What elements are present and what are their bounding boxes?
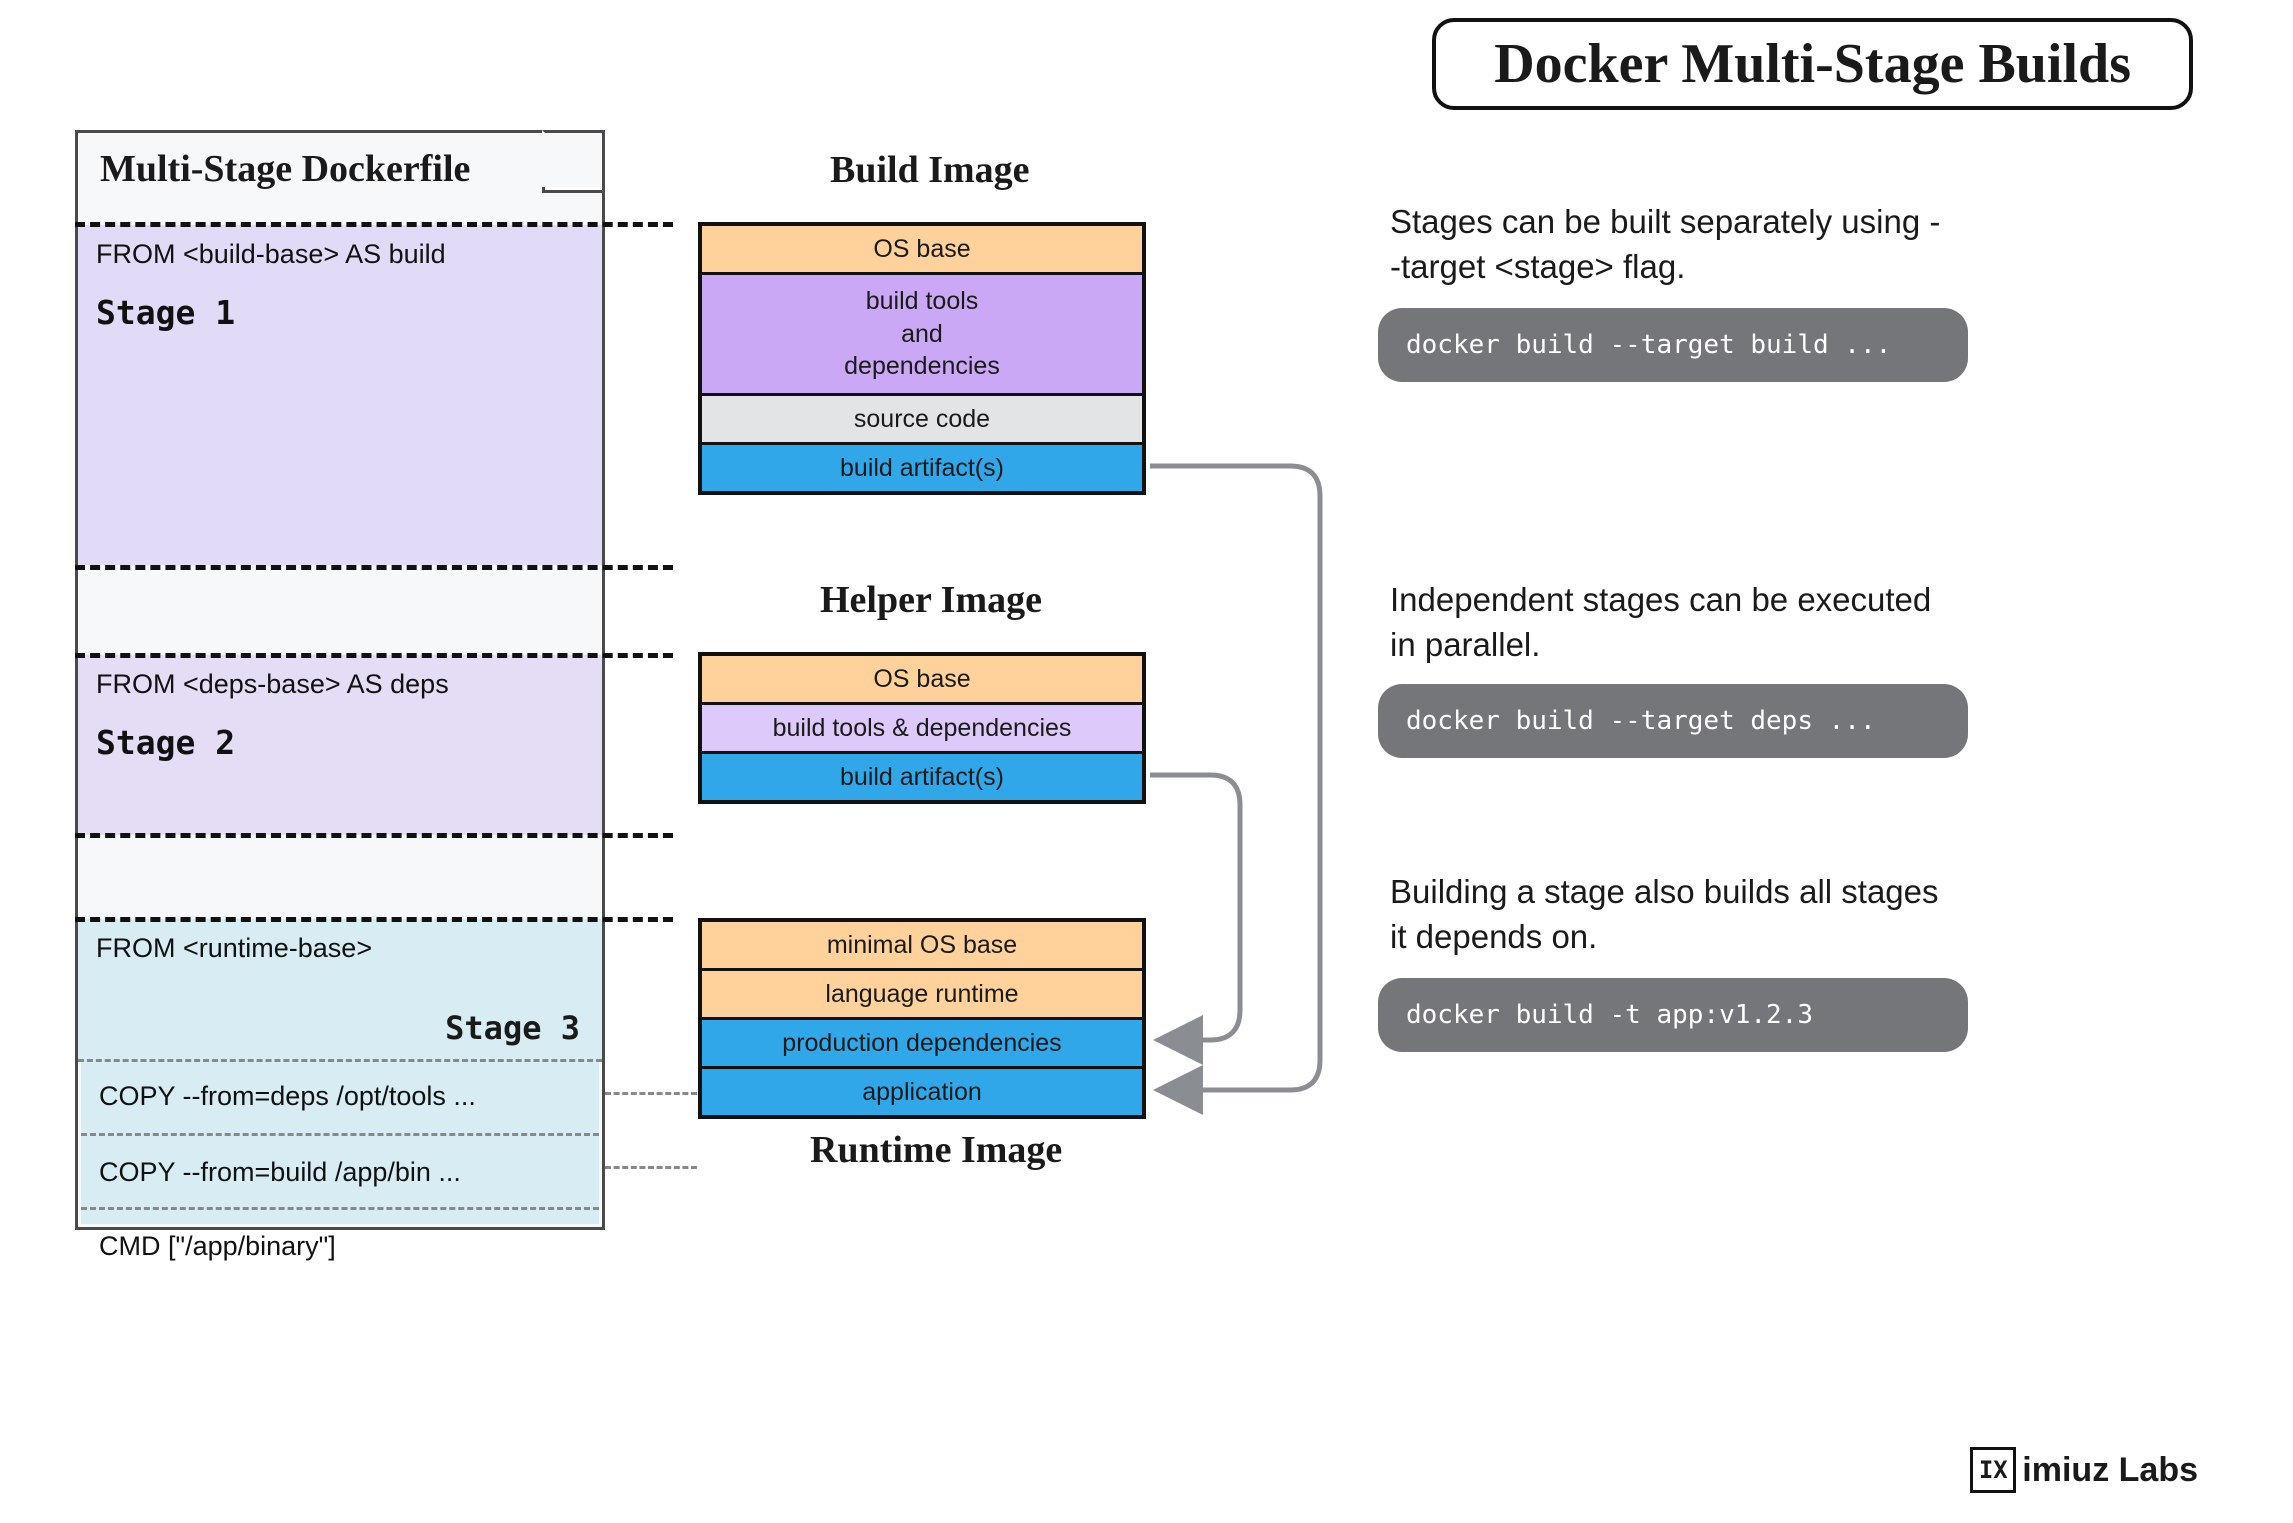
brand-logo-icon: IX	[1970, 1447, 2016, 1493]
diagram-title-text: Docker Multi-Stage Builds	[1494, 33, 2131, 95]
build-layer-art: build artifact(s)	[702, 442, 1142, 491]
runtime-layer-lang: language runtime	[702, 968, 1142, 1017]
runtime-layer-deps: production dependencies	[702, 1017, 1142, 1066]
connector-dash-copy1	[605, 1092, 697, 1095]
dash-stage3-sep1	[78, 1059, 602, 1062]
runtime-layer-app: application	[702, 1066, 1142, 1115]
dockerfile-heading: Multi-Stage Dockerfile	[100, 147, 470, 191]
helper-layer-tools: build tools & dependencies	[702, 702, 1142, 751]
stage-3-from: FROM <runtime-base>	[96, 933, 372, 964]
dash-copy2	[81, 1207, 599, 1210]
stage-3-body: COPY --from=deps /opt/tools ... COPY --f…	[81, 1059, 599, 1224]
helper-image-stack: OS base build tools & dependencies build…	[698, 652, 1146, 804]
stage-1-label: Stage 1	[96, 293, 578, 332]
dash-stage1-top	[75, 222, 673, 227]
helper-image-title: Helper Image	[820, 578, 1042, 622]
stage-2-label: Stage 2	[96, 723, 578, 762]
dash-stage1-bottom	[75, 565, 673, 570]
runtime-image-stack: minimal OS base language runtime product…	[698, 918, 1146, 1119]
connector-dash-copy2	[605, 1166, 697, 1169]
dash-stage3-top	[75, 917, 673, 922]
stage-3-block: FROM <runtime-base> Stage 3	[78, 919, 602, 1059]
dash-stage2-top	[75, 653, 673, 658]
brand-logo-text: imiuz Labs	[2022, 1451, 2198, 1490]
note-1-text: Stages can be built separately using --t…	[1390, 200, 1950, 289]
runtime-layer-os: minimal OS base	[702, 922, 1142, 968]
page-fold-icon	[542, 130, 605, 193]
stage-3-cmd: CMD ["/app/binary"]	[99, 1231, 336, 1262]
diagram-title: Docker Multi-Stage Builds	[1432, 18, 2193, 110]
stage-1-block: FROM <build-base> AS build	[78, 225, 602, 565]
dockerfile: Multi-Stage Dockerfile FROM <build-base>…	[75, 130, 605, 1230]
dash-copy1	[81, 1133, 599, 1136]
brand-logo: IX imiuz Labs	[1970, 1447, 2198, 1493]
build-image-stack: OS base build tools and dependencies sou…	[698, 222, 1146, 495]
note-3-code: docker build -t app:v1.2.3	[1378, 978, 1968, 1052]
stage-2-from: FROM <deps-base> AS deps	[96, 669, 449, 700]
stage-3-copy-deps: COPY --from=deps /opt/tools ...	[99, 1081, 476, 1112]
build-layer-tools: build tools and dependencies	[702, 272, 1142, 393]
stage-3-copy-build: COPY --from=build /app/bin ...	[99, 1157, 461, 1188]
note-2-text: Independent stages can be executed in pa…	[1390, 578, 1950, 667]
runtime-image-title: Runtime Image	[810, 1128, 1062, 1172]
note-1-code: docker build --target build ...	[1378, 308, 1968, 382]
build-layer-src: source code	[702, 393, 1142, 442]
note-2-code: docker build --target deps ...	[1378, 684, 1968, 758]
note-3-text: Building a stage also builds all stages …	[1390, 870, 1950, 959]
build-image-title: Build Image	[830, 148, 1030, 192]
helper-layer-os: OS base	[702, 656, 1142, 702]
build-layer-os: OS base	[702, 226, 1142, 272]
stage-3-label: Stage 3	[445, 1009, 580, 1047]
helper-layer-art: build artifact(s)	[702, 751, 1142, 800]
stage-1-from: FROM <build-base> AS build	[96, 239, 446, 270]
dash-stage2-bottom	[75, 833, 673, 838]
